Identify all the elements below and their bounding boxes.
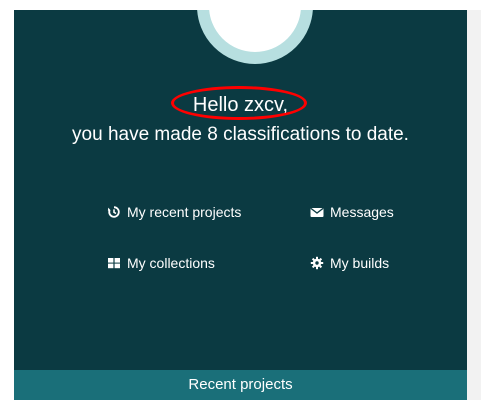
messages-label: Messages — [330, 204, 394, 220]
my-collections-label: My collections — [127, 255, 215, 271]
avatar[interactable] — [197, 10, 313, 64]
messages-link[interactable]: Messages — [310, 203, 394, 221]
scrollbar-track[interactable] — [466, 10, 481, 400]
envelope-icon — [310, 205, 324, 219]
home-hero: Hello zxcv, you have made 8 classificati… — [14, 10, 467, 370]
gear-icon — [310, 256, 324, 270]
left-gutter — [0, 10, 14, 400]
annotation-ring — [170, 86, 307, 120]
my-builds-label: My builds — [330, 255, 390, 271]
recent-projects-tab-label: Recent projects — [188, 376, 293, 393]
classification-summary: you have made 8 classifications to date. — [72, 124, 409, 145]
greeting-line: Hello zxcv, — [14, 86, 467, 120]
recent-projects-tab[interactable]: Recent projects — [14, 370, 467, 400]
my-builds-link[interactable]: My builds — [310, 254, 389, 272]
grid-icon — [107, 256, 121, 270]
hello-wrap: Hello zxcv, — [170, 86, 307, 120]
my-collections-link[interactable]: My collections — [107, 254, 215, 272]
my-recent-projects-link[interactable]: My recent projects — [107, 203, 241, 221]
history-icon — [107, 205, 121, 219]
my-recent-projects-label: My recent projects — [127, 204, 242, 220]
